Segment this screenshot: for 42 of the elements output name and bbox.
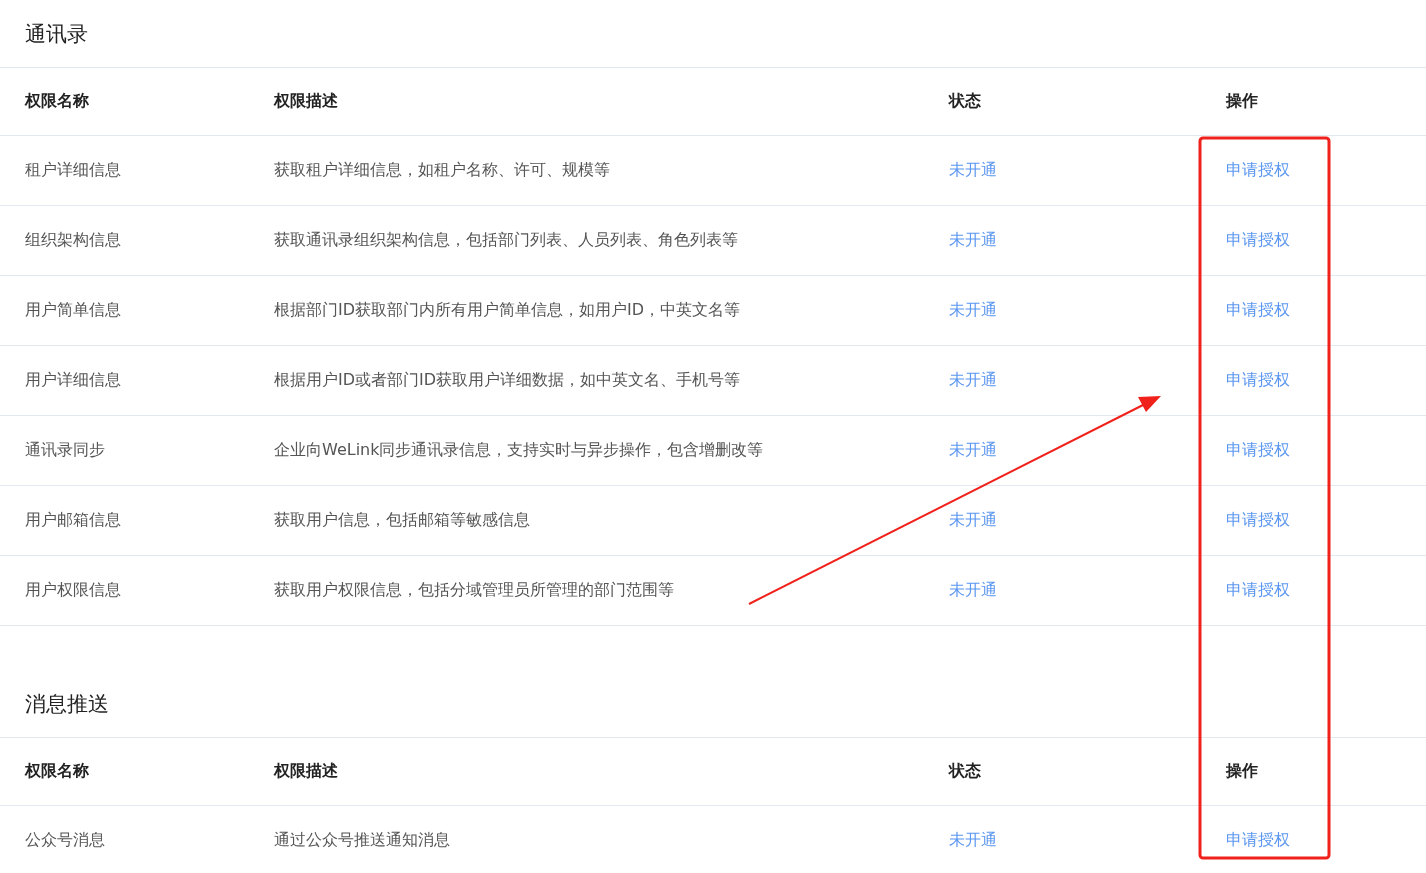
permission-description: 根据部门ID获取部门内所有用户简单信息，如用户ID，中英文名等 xyxy=(274,300,742,321)
permission-name: 用户邮箱信息 xyxy=(25,510,122,531)
permission-name: 通讯录同步 xyxy=(25,440,106,461)
status-text: 未开通 xyxy=(949,370,998,391)
permission-description: 企业向WeLink同步通讯录信息，支持实时与异步操作，包含增删改等 xyxy=(274,440,765,461)
permission-name: 租户详细信息 xyxy=(25,160,122,181)
apply-link[interactable]: 申请授权 xyxy=(1226,370,1290,391)
permission-name: 组织架构信息 xyxy=(25,230,122,251)
column-header: 状态 xyxy=(949,761,982,782)
column-header: 权限描述 xyxy=(274,91,339,112)
apply-link[interactable]: 申请授权 xyxy=(1226,510,1290,531)
permission-name: 公众号消息 xyxy=(25,830,106,851)
status-text: 未开通 xyxy=(949,510,998,531)
apply-link[interactable]: 申请授权 xyxy=(1226,830,1290,851)
column-header: 权限名称 xyxy=(25,91,90,112)
permission-description: 获取租户详细信息，如租户名称、许可、规模等 xyxy=(274,160,611,181)
apply-link[interactable]: 申请授权 xyxy=(1226,440,1290,461)
column-header: 操作 xyxy=(1226,91,1259,112)
apply-link[interactable]: 申请授权 xyxy=(1226,580,1290,601)
section-title: 通讯录 xyxy=(0,0,1426,68)
permission-description: 通过公众号推送通知消息 xyxy=(274,830,451,851)
status-text: 未开通 xyxy=(949,230,998,251)
apply-link[interactable]: 申请授权 xyxy=(1226,160,1290,181)
column-header: 状态 xyxy=(949,91,982,112)
status-text: 未开通 xyxy=(949,160,998,181)
column-header: 操作 xyxy=(1226,761,1259,782)
status-text: 未开通 xyxy=(949,440,998,461)
permission-description: 获取通讯录组织架构信息，包括部门列表、人员列表、角色列表等 xyxy=(274,230,739,251)
apply-link[interactable]: 申请授权 xyxy=(1226,230,1290,251)
permission-name: 用户详细信息 xyxy=(25,370,122,391)
apply-link[interactable]: 申请授权 xyxy=(1226,300,1290,321)
section-title: 消息推送 xyxy=(0,670,1426,738)
permission-name: 用户权限信息 xyxy=(25,580,122,601)
permission-description: 获取用户信息，包括邮箱等敏感信息 xyxy=(274,510,531,531)
permission-description: 获取用户权限信息，包括分域管理员所管理的部门范围等 xyxy=(274,580,675,601)
status-text: 未开通 xyxy=(949,300,998,321)
permission-name: 用户简单信息 xyxy=(25,300,122,321)
status-text: 未开通 xyxy=(949,580,998,601)
column-header: 权限名称 xyxy=(25,761,90,782)
status-text: 未开通 xyxy=(949,830,998,851)
column-header: 权限描述 xyxy=(274,761,339,782)
permission-description: 根据用户ID或者部门ID获取用户详细数据，如中英文名、手机号等 xyxy=(274,370,742,391)
